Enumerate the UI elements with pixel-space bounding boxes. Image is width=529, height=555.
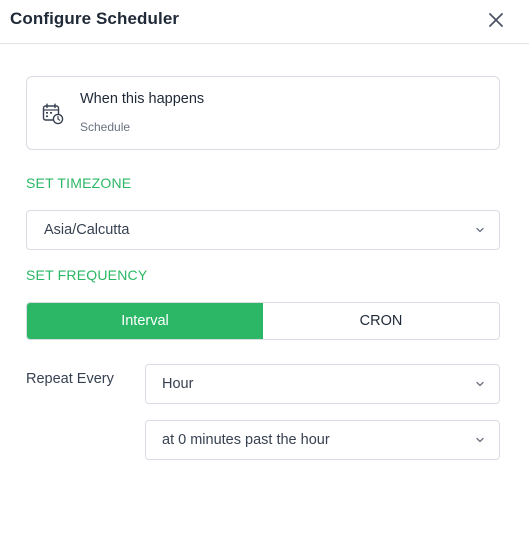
trigger-title: When this happens [80,91,205,107]
frequency-mode-toggle: Interval CRON [26,302,500,340]
tab-interval[interactable]: Interval [27,303,263,339]
repeat-every-label: Repeat Every [26,371,114,387]
chevron-down-icon [476,227,484,233]
scheduler-panel: Configure Scheduler When this happens Sc… [0,0,529,555]
close-button[interactable] [484,8,508,32]
chevron-down-icon [476,381,484,387]
trigger-subtitle: Schedule [80,120,131,134]
chevron-down-icon [476,437,484,443]
timezone-section-label: SET TIMEZONE [26,175,132,191]
repeat-unit-select[interactable]: Hour [145,364,500,404]
calendar-clock-icon [42,103,64,125]
minute-offset-value: at 0 minutes past the hour [162,432,330,448]
minute-offset-select[interactable]: at 0 minutes past the hour [145,420,500,460]
repeat-unit-value: Hour [162,376,194,392]
panel-header: Configure Scheduler [0,0,529,44]
timezone-value: Asia/Calcutta [44,222,130,238]
tab-cron[interactable]: CRON [263,303,499,339]
timezone-select[interactable]: Asia/Calcutta [26,210,500,250]
panel-title: Configure Scheduler [10,9,180,28]
close-icon [489,13,503,27]
frequency-section-label: SET FREQUENCY [26,267,148,283]
trigger-card[interactable]: When this happens Schedule [26,76,500,150]
